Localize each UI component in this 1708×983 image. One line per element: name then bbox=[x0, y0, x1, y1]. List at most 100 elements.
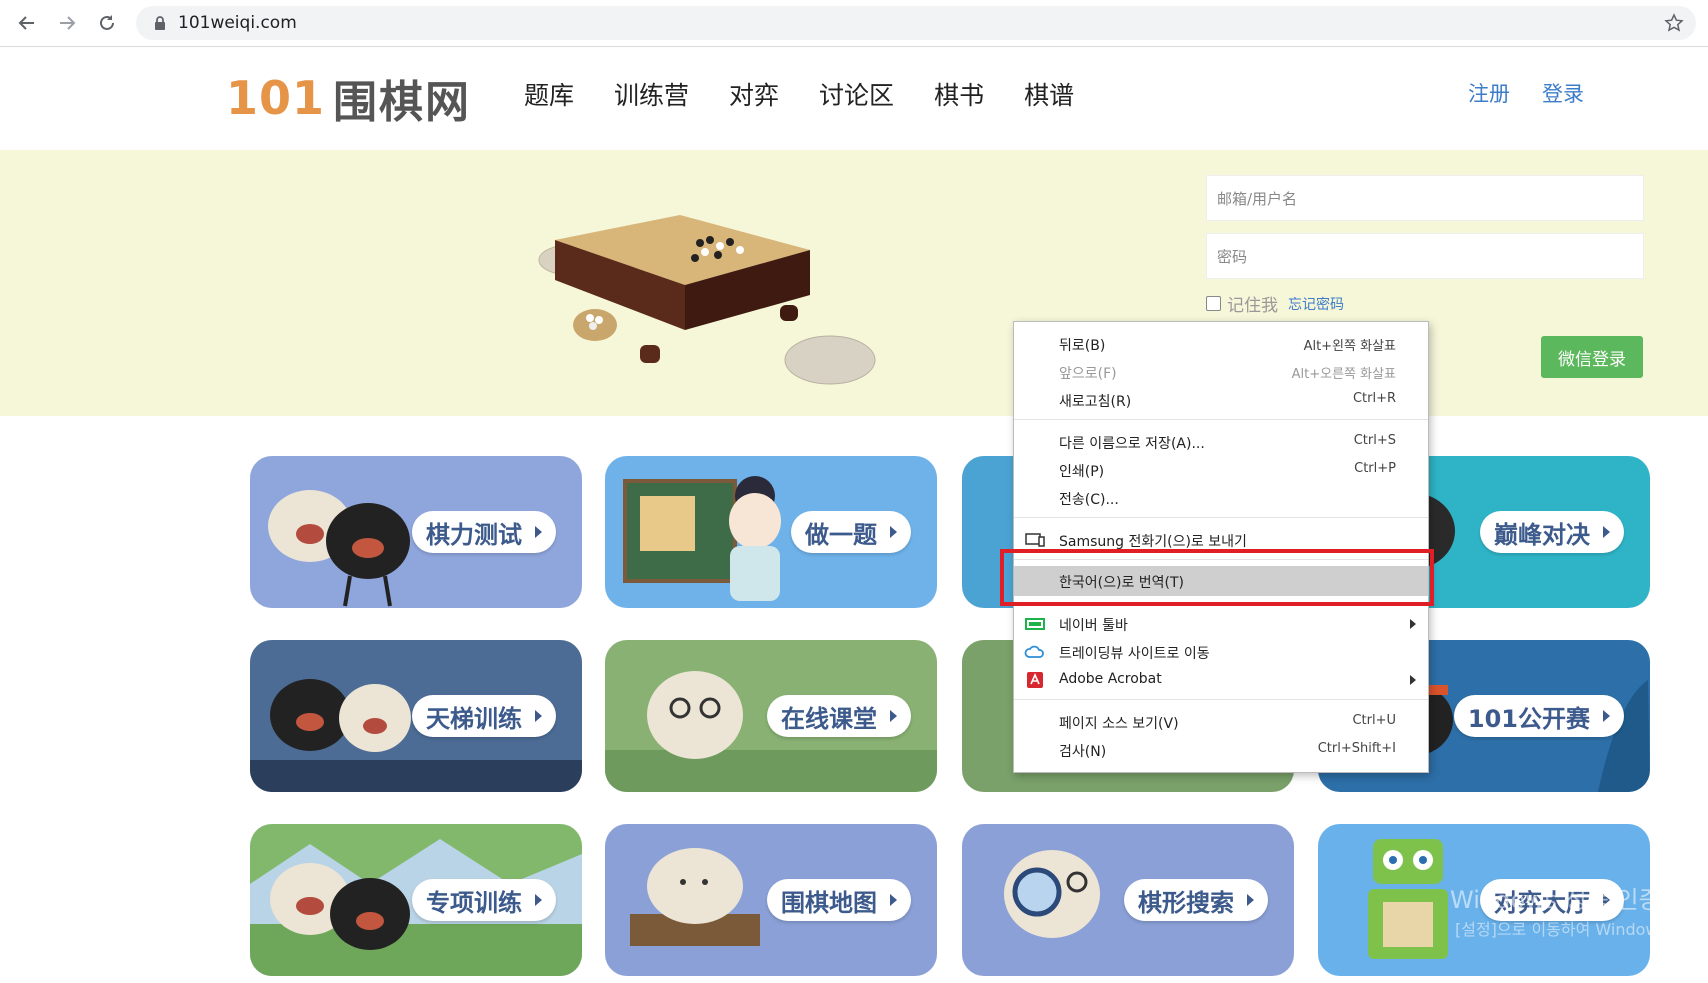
chevron-right-icon bbox=[1603, 526, 1610, 538]
password-placeholder: 密码 bbox=[1217, 247, 1248, 266]
naver-toolbar-icon bbox=[1025, 618, 1045, 630]
back-arrow-icon[interactable] bbox=[12, 8, 42, 38]
menu-label: 전송(C)... bbox=[1059, 492, 1119, 508]
card-go-map[interactable]: 围棋地图 bbox=[605, 824, 937, 976]
nav-item-tiku[interactable]: 题库 bbox=[524, 76, 574, 116]
site-header: 101 围棋网 题库 训练营 对弈 讨论区 棋书 棋谱 注册 登录 bbox=[0, 48, 1708, 150]
card-special-training[interactable]: 专项训练 bbox=[250, 824, 582, 976]
highlight-annotation-box bbox=[1000, 549, 1434, 606]
menu-label: 다른 이름으로 저장(A)... bbox=[1059, 436, 1205, 452]
menu-shortcut: Ctrl+P bbox=[1354, 461, 1396, 476]
menu-shortcut: Alt+왼쪽 화살표 bbox=[1303, 339, 1396, 354]
nav-item-play[interactable]: 对弈 bbox=[729, 76, 779, 116]
forward-arrow-icon[interactable] bbox=[52, 8, 82, 38]
menu-separator bbox=[1014, 419, 1428, 420]
card-label: 棋力测试 bbox=[426, 520, 522, 549]
card-label: 围棋地图 bbox=[781, 888, 877, 917]
hero-banner: 邮箱/用户名 密码 记住我 忘记密码 bbox=[0, 150, 1708, 416]
remember-row: 记住我 忘记密码 bbox=[1206, 291, 1644, 316]
card-do-one-problem[interactable]: 做一题 bbox=[605, 456, 937, 608]
remember-checkbox[interactable] bbox=[1206, 296, 1221, 311]
phone-device-icon bbox=[1025, 533, 1045, 547]
card-strength-test[interactable]: 棋力测试 bbox=[250, 456, 582, 608]
logo-number: 101 bbox=[226, 71, 326, 125]
adobe-acrobat-icon bbox=[1027, 672, 1043, 688]
login-form: 邮箱/用户名 密码 记住我 忘记密码 bbox=[1206, 175, 1644, 316]
menu-item-cast[interactable]: 전송(C)... bbox=[1014, 484, 1428, 512]
chevron-right-icon bbox=[890, 710, 897, 722]
card-label-pill: 棋形搜索 bbox=[1124, 879, 1268, 921]
menu-item-tradingview[interactable]: 트레이딩뷰 사이트로 이동 bbox=[1014, 638, 1428, 666]
windows-activation-subtext: [설정]으로 이동하여 Windows를 bbox=[1455, 920, 1682, 939]
card-label: 专项训练 bbox=[426, 888, 522, 917]
submenu-arrow-icon bbox=[1410, 619, 1416, 629]
card-label-pill: 天梯训练 bbox=[412, 695, 556, 737]
menu-item-naver-toolbar[interactable]: 네이버 툴바 bbox=[1014, 610, 1428, 638]
auth-links: 注册 登录 bbox=[1468, 78, 1708, 114]
card-label-pill: 在线课堂 bbox=[767, 695, 911, 737]
context-menu: 뒤로(B) Alt+왼쪽 화살표 앞으로(F) Alt+오른쪽 화살표 새로고침… bbox=[1013, 321, 1429, 773]
remember-label: 记住我 bbox=[1227, 296, 1278, 316]
password-input[interactable]: 密码 bbox=[1206, 233, 1644, 279]
forgot-password-link[interactable]: 忘记密码 bbox=[1288, 294, 1344, 314]
bookmark-star-icon[interactable] bbox=[1664, 13, 1684, 33]
url-text[interactable]: 101weiqi.com bbox=[178, 13, 297, 33]
card-label-pill: 做一题 bbox=[791, 511, 911, 553]
nav-item-books[interactable]: 棋书 bbox=[934, 76, 984, 116]
nav-item-records[interactable]: 棋谱 bbox=[1024, 76, 1074, 116]
wechat-login-button[interactable]: 微信登录 bbox=[1541, 336, 1643, 378]
menu-separator bbox=[1014, 699, 1428, 700]
nav-item-training-camp[interactable]: 训练营 bbox=[614, 76, 689, 116]
register-link[interactable]: 注册 bbox=[1468, 78, 1510, 108]
chevron-right-icon bbox=[535, 526, 542, 538]
menu-label: 트레이딩뷰 사이트로 이동 bbox=[1059, 646, 1210, 662]
menu-label: 앞으로(F) bbox=[1059, 366, 1117, 382]
chevron-right-icon bbox=[890, 526, 897, 538]
username-input[interactable]: 邮箱/用户名 bbox=[1206, 175, 1644, 221]
menu-label: 네이버 툴바 bbox=[1059, 618, 1128, 634]
menu-item-print[interactable]: 인쇄(P) Ctrl+P bbox=[1014, 456, 1428, 484]
menu-item-view-source[interactable]: 페이지 소스 보기(V) Ctrl+U bbox=[1014, 708, 1428, 736]
menu-item-reload[interactable]: 새로고침(R) Ctrl+R bbox=[1014, 386, 1428, 414]
address-bar[interactable]: 101weiqi.com bbox=[136, 6, 1696, 40]
menu-label: 새로고침(R) bbox=[1059, 394, 1132, 410]
menu-label: 뒤로(B) bbox=[1059, 338, 1106, 354]
main-nav: 题库 训练营 对弈 讨论区 棋书 棋谱 bbox=[524, 76, 1114, 116]
login-link[interactable]: 登录 bbox=[1542, 78, 1584, 108]
menu-item-save-as[interactable]: 다른 이름으로 저장(A)... Ctrl+S bbox=[1014, 428, 1428, 456]
menu-label: Adobe Acrobat bbox=[1059, 671, 1162, 687]
menu-shortcut: Ctrl+Shift+I bbox=[1317, 741, 1396, 756]
nav-item-forum[interactable]: 讨论区 bbox=[819, 76, 894, 116]
chevron-right-icon bbox=[1247, 894, 1254, 906]
card-pattern-search[interactable]: 棋形搜索 bbox=[962, 824, 1294, 976]
submenu-arrow-icon bbox=[1410, 675, 1416, 685]
browser-toolbar: 101weiqi.com bbox=[0, 0, 1708, 47]
card-label: 101公开赛 bbox=[1467, 704, 1590, 733]
lock-icon[interactable] bbox=[152, 15, 168, 31]
site-logo[interactable]: 101 围棋网 bbox=[226, 68, 471, 128]
menu-item-back[interactable]: 뒤로(B) Alt+왼쪽 화살표 bbox=[1014, 330, 1428, 358]
reload-icon[interactable] bbox=[92, 8, 122, 38]
menu-label: 페이지 소스 보기(V) bbox=[1059, 716, 1179, 732]
card-ladder-training[interactable]: 天梯训练 bbox=[250, 640, 582, 792]
card-label: 巅峰对决 bbox=[1494, 520, 1590, 549]
menu-label: Samsung 전화기(으)로 보내기 bbox=[1059, 534, 1247, 550]
card-label: 棋形搜索 bbox=[1138, 888, 1234, 917]
menu-item-adobe-acrobat[interactable]: Adobe Acrobat bbox=[1014, 666, 1428, 694]
menu-item-inspect[interactable]: 검사(N) Ctrl+Shift+I bbox=[1014, 736, 1428, 764]
chevron-right-icon bbox=[535, 710, 542, 722]
windows-activation-watermark: Windows 정품 인증 bbox=[1450, 886, 1661, 914]
card-label: 在线课堂 bbox=[781, 704, 877, 733]
menu-shortcut: Ctrl+S bbox=[1353, 433, 1396, 448]
cloud-icon bbox=[1024, 645, 1044, 658]
card-label-pill: 围棋地图 bbox=[767, 879, 911, 921]
card-label-pill: 巅峰对决 bbox=[1480, 511, 1624, 553]
card-label-pill: 专项训练 bbox=[412, 879, 556, 921]
card-label-pill: 101公开赛 bbox=[1453, 695, 1624, 737]
card-label: 天梯训练 bbox=[426, 704, 522, 733]
chevron-right-icon bbox=[890, 894, 897, 906]
chevron-right-icon bbox=[1603, 710, 1610, 722]
card-online-class[interactable]: 在线课堂 bbox=[605, 640, 937, 792]
menu-label: 인쇄(P) bbox=[1059, 464, 1105, 480]
menu-item-forward[interactable]: 앞으로(F) Alt+오른쪽 화살표 bbox=[1014, 358, 1428, 386]
